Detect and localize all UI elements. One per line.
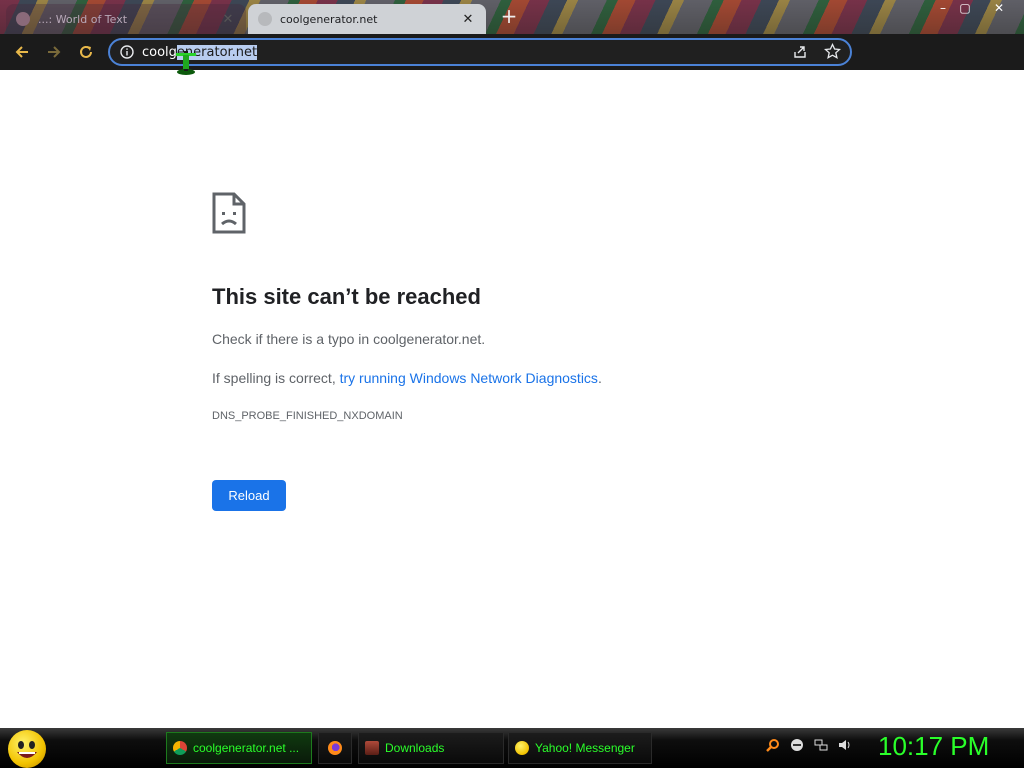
new-tab-icon[interactable]: + (498, 6, 520, 26)
mouse-cursor-icon (176, 51, 196, 75)
search-icon[interactable] (766, 738, 780, 752)
reload-icon[interactable] (76, 42, 96, 62)
forward-arrow-icon[interactable] (44, 42, 64, 62)
network-icon[interactable] (814, 738, 828, 752)
yahoo-icon (515, 741, 529, 755)
taskbar-item-label: Yahoo! Messenger (535, 741, 635, 755)
suggestion-prefix: If spelling is correct, (212, 370, 340, 386)
taskbar-item-downloads[interactable]: Downloads (358, 732, 504, 764)
chrome-icon (173, 741, 187, 755)
suggestion-suffix: . (597, 370, 602, 386)
error-message: Check if there is a typo in coolgenerato… (212, 331, 486, 347)
error-code: DNS_PROBE_FINISHED_NXDOMAIN (212, 410, 403, 422)
folder-icon (365, 741, 379, 755)
window-close-icon[interactable]: ✕ (986, 0, 1012, 16)
taskbar-item-label: coolgenerator.net ... (193, 741, 300, 755)
address-bar[interactable]: coolgenerator.net (108, 38, 852, 66)
tab-world-of-text[interactable]: ...: World of Text ✕ (6, 4, 246, 34)
firefox-icon (328, 741, 342, 755)
taskbar-item-yahoo-messenger[interactable]: Yahoo! Messenger (508, 732, 652, 764)
tab-coolgenerator[interactable]: coolgenerator.net ✕ (248, 4, 486, 34)
tab-close-icon[interactable]: ✕ (220, 12, 236, 27)
volume-icon[interactable] (838, 738, 852, 752)
start-button-smiley-icon[interactable] (8, 730, 46, 768)
system-tray (766, 738, 852, 752)
error-suggestion: If spelling is correct, try running Wind… (212, 370, 602, 386)
tab-favicon-icon (258, 12, 272, 26)
network-diagnostics-link[interactable]: try running Windows Network Diagnostics (340, 370, 598, 386)
tab-title: coolgenerator.net (280, 12, 378, 26)
url-unselected: coolg (142, 45, 177, 60)
share-icon[interactable] (792, 44, 808, 60)
reload-button[interactable]: Reload (212, 480, 286, 511)
error-title: This site can’t be reached (212, 284, 481, 309)
taskbar-item-chrome[interactable]: coolgenerator.net ... (166, 732, 312, 764)
page-content: This site can’t be reached Check if ther… (0, 70, 1024, 728)
maximize-icon[interactable]: ▢ (952, 0, 978, 16)
taskbar-item-label: Downloads (385, 741, 445, 755)
sad-document-icon (212, 192, 246, 234)
taskbar-clock[interactable]: 10:17 PM (878, 731, 989, 762)
bookmark-star-icon[interactable] (824, 43, 841, 60)
taskbar: coolgenerator.net ... Downloads Yahoo! M… (0, 728, 1024, 768)
site-info-icon[interactable] (120, 45, 134, 59)
tab-close-icon[interactable]: ✕ (460, 12, 476, 27)
status-icon[interactable] (790, 738, 804, 752)
tab-title: ...: World of Text (38, 12, 128, 26)
back-arrow-icon[interactable] (12, 42, 32, 62)
taskbar-item-firefox[interactable] (318, 732, 352, 764)
tab-favicon-icon (16, 12, 30, 26)
tab-strip: ...: World of Text ✕ coolgenerator.net ✕… (0, 0, 1024, 34)
browser-toolbar: coolgenerator.net ··· (0, 34, 1024, 99)
